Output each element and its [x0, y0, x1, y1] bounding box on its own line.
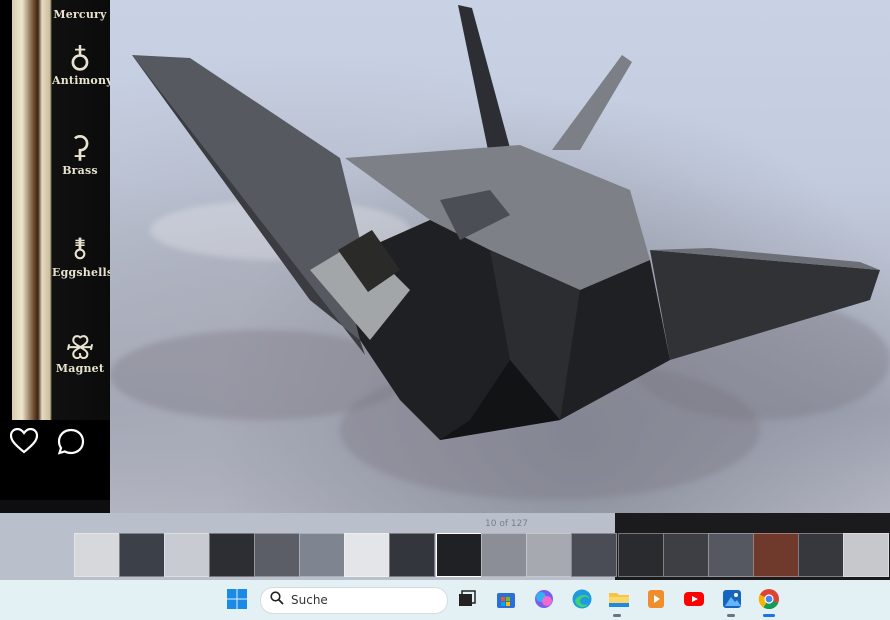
image-counter: 10 of 127 [485, 519, 529, 529]
symbol-mercury: Mercury [52, 8, 108, 21]
eggshells-glyph: 🝋 [73, 232, 87, 267]
photos-icon[interactable] [721, 588, 743, 610]
heart-icon[interactable] [9, 427, 39, 461]
filmstrip-thumb[interactable] [753, 533, 799, 577]
filmstrip-thumb[interactable] [843, 533, 889, 577]
filmstrip-thumb[interactable] [481, 533, 527, 577]
filmstrip-thumb[interactable] [663, 533, 709, 577]
search-icon [270, 591, 284, 609]
taskbar-search-box[interactable]: Suche [260, 587, 448, 614]
youtube-icon[interactable] [683, 588, 705, 610]
symbol-label: Eggshells [52, 266, 110, 279]
symbol-label: Magnet [55, 362, 105, 375]
microsoft-store-icon[interactable] [495, 588, 517, 610]
edge-icon[interactable] [571, 588, 593, 610]
comment-icon[interactable] [57, 428, 85, 463]
search-placeholder: Suche [291, 593, 328, 607]
brass-glyph: ⚳ [69, 130, 91, 165]
symbol-antimony: ♁ Antimony [52, 40, 110, 88]
windows-start-icon[interactable] [226, 588, 248, 610]
background-post-window: Mercury ♁ Antimony ⚳ Brass 🝋 Eggshells 🝮… [0, 0, 110, 500]
task-view-icon[interactable] [456, 588, 478, 610]
active-indicator [763, 614, 775, 617]
filmstrip-thumb[interactable] [164, 533, 210, 577]
file-explorer-icon[interactable] [608, 588, 630, 610]
symbol-brass: ⚳ Brass [52, 130, 108, 178]
filmstrip-thumb[interactable] [526, 533, 572, 577]
post-actions-bar [0, 420, 110, 466]
filmstrip-thumb-selected[interactable] [436, 533, 482, 577]
stealth-aircraft-photo [132, 5, 880, 440]
filmstrip-thumb[interactable] [209, 533, 255, 577]
filmstrip-thumb[interactable] [74, 533, 120, 577]
copilot-icon[interactable] [533, 588, 555, 610]
taskbar: Suche [0, 580, 890, 620]
symbol-label: Brass [62, 164, 98, 177]
photo-filmstrip: 10 of 127 [0, 513, 890, 580]
filmstrip-thumb[interactable] [618, 533, 664, 577]
filmstrip-thumb[interactable] [344, 533, 390, 577]
running-indicator [613, 614, 621, 617]
chrome-icon[interactable] [758, 588, 780, 610]
filmstrip-thumb[interactable] [708, 533, 754, 577]
symbol-label: Mercury [53, 8, 107, 21]
symbol-label: Antimony [52, 74, 110, 87]
filmstrip-thumb[interactable] [254, 533, 300, 577]
filmstrip-thumb[interactable] [798, 533, 844, 577]
filmstrip-thumb[interactable] [119, 533, 165, 577]
running-indicator [727, 614, 735, 617]
photo-viewer[interactable] [110, 0, 890, 513]
jet-right-tail-fin [552, 55, 632, 150]
filmstrip-thumb[interactable] [389, 533, 435, 577]
symbol-eggshells: 🝋 Eggshells [52, 232, 110, 280]
jet-left-wing [132, 55, 360, 340]
media-player-icon[interactable] [645, 588, 667, 610]
filmstrip-thumb[interactable] [299, 533, 345, 577]
jet-left-tail-fin [458, 5, 510, 150]
filmstrip-thumb[interactable] [571, 533, 617, 577]
magnet-glyph: 🝮 [65, 328, 95, 363]
antimony-glyph: ♁ [69, 40, 91, 75]
symbol-magnet: 🝮 Magnet [52, 328, 108, 376]
